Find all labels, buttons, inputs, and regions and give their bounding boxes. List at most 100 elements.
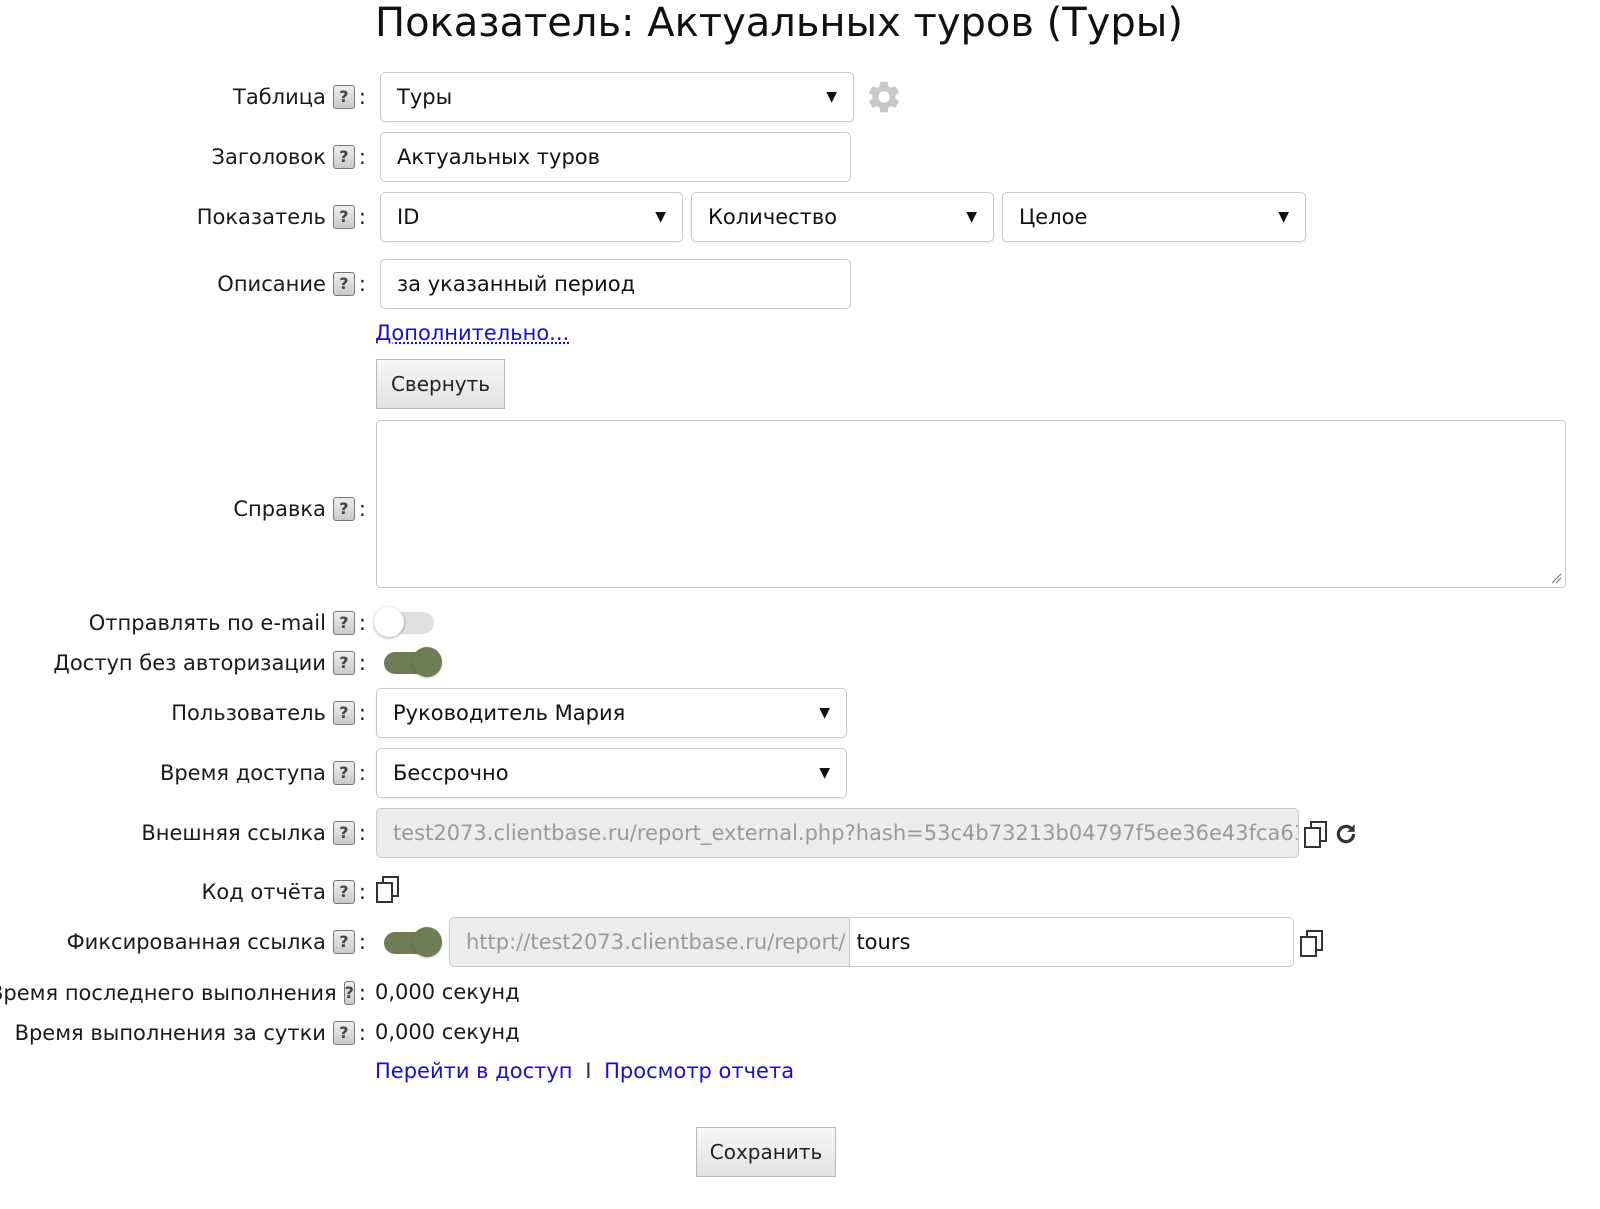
- label-colon: :: [358, 611, 366, 635]
- gear-icon[interactable]: [865, 78, 903, 116]
- copy-icon[interactable]: [1299, 929, 1325, 957]
- toggle-knob: [374, 607, 404, 637]
- refresh-icon[interactable]: [1333, 821, 1359, 847]
- page-title: Показатель: Актуальных туров (Туры): [375, 0, 1183, 46]
- table-select-value: Туры: [397, 85, 453, 109]
- indicator-field-select[interactable]: ID ▼: [380, 192, 683, 242]
- label-colon: :: [358, 497, 366, 521]
- help-textarea[interactable]: [376, 420, 1566, 588]
- row-public-access: Доступ без авторизации ? :: [0, 638, 1600, 688]
- indicator-label: Показатель: [196, 205, 326, 229]
- help-icon[interactable]: ?: [332, 145, 355, 169]
- external-link-value: test2073.clientbase.ru/report_external.p…: [393, 821, 1299, 845]
- help-icon[interactable]: ?: [332, 821, 355, 845]
- collapse-button[interactable]: Свернуть: [376, 359, 505, 409]
- copy-icon[interactable]: [375, 875, 401, 903]
- row-header: Заголовок ? : Актуальных туров: [0, 132, 1600, 182]
- indicator-format-value: Целое: [1019, 205, 1088, 229]
- help-icon[interactable]: ?: [332, 651, 355, 675]
- public-access-toggle[interactable]: [384, 647, 442, 677]
- fixed-link-field[interactable]: http://test2073.clientbase.ru/report/ to…: [449, 917, 1294, 967]
- header-label: Заголовок: [211, 145, 326, 169]
- indicator-aggregate-value: Количество: [708, 205, 838, 229]
- help-icon[interactable]: ?: [332, 611, 355, 635]
- row-external-link: Внешняя ссылка ? : test2073.clientbase.r…: [0, 808, 1600, 858]
- dropdown-arrow-icon: ▼: [826, 89, 837, 105]
- last-exec-value: 0,000 секунд: [375, 980, 520, 1004]
- label-colon: :: [358, 880, 366, 904]
- row-daily-exec: Время выполнения за сутки ? : 0,000 секу…: [0, 1008, 1600, 1058]
- indicator-aggregate-select[interactable]: Количество ▼: [691, 192, 994, 242]
- fixed-link-label: Фиксированная ссылка: [66, 930, 326, 954]
- external-link-label: Внешняя ссылка: [141, 821, 326, 845]
- label-colon: :: [358, 761, 366, 785]
- access-time-select[interactable]: Бессрочно ▼: [376, 748, 847, 798]
- label-colon: :: [358, 930, 366, 954]
- dropdown-arrow-icon: ▼: [1278, 209, 1289, 225]
- table-select[interactable]: Туры ▼: [380, 72, 854, 122]
- header-input-value: Актуальных туров: [397, 145, 601, 169]
- label-colon: :: [358, 272, 366, 296]
- toggle-knob: [412, 927, 442, 957]
- help-icon[interactable]: ?: [332, 761, 355, 785]
- save-button[interactable]: Сохранить: [696, 1127, 836, 1177]
- help-icon[interactable]: ?: [343, 981, 355, 1005]
- user-label: Пользователь: [171, 701, 326, 725]
- fixed-link-slug-input[interactable]: tours: [850, 918, 916, 966]
- footer-links: Перейти в доступ I Просмотр отчета: [375, 1059, 794, 1083]
- help-label: Справка: [233, 497, 326, 521]
- indicator-field-value: ID: [397, 205, 420, 229]
- external-link-input[interactable]: test2073.clientbase.ru/report_external.p…: [376, 808, 1299, 858]
- description-label: Описание: [217, 272, 326, 296]
- daily-exec-value: 0,000 секунд: [375, 1020, 520, 1044]
- help-icon[interactable]: ?: [332, 85, 355, 109]
- description-input[interactable]: за указанный период: [380, 259, 851, 309]
- help-icon[interactable]: ?: [332, 1021, 355, 1045]
- send-email-toggle[interactable]: [374, 607, 434, 637]
- label-colon: :: [358, 651, 366, 675]
- label-colon: :: [358, 701, 366, 725]
- view-report-link[interactable]: Просмотр отчета: [604, 1059, 794, 1083]
- public-access-label: Доступ без авторизации: [53, 651, 326, 675]
- row-description: Описание ? : за указанный период: [0, 259, 1600, 309]
- access-time-select-value: Бессрочно: [393, 761, 509, 785]
- table-label: Таблица: [233, 85, 326, 109]
- row-report-code: Код отчёта ? :: [0, 867, 1600, 917]
- fixed-link-prefix: http://test2073.clientbase.ru/report/: [450, 918, 851, 966]
- last-exec-label: Время последнего выполнения: [0, 981, 337, 1005]
- fixed-link-toggle[interactable]: [384, 927, 442, 957]
- report-code-label: Код отчёта: [201, 880, 326, 904]
- header-input[interactable]: Актуальных туров: [380, 132, 851, 182]
- label-colon: :: [358, 981, 366, 1005]
- copy-icon[interactable]: [1303, 820, 1329, 848]
- go-to-access-link[interactable]: Перейти в доступ: [375, 1059, 573, 1083]
- dropdown-arrow-icon: ▼: [819, 705, 830, 721]
- help-icon[interactable]: ?: [332, 272, 355, 296]
- row-fixed-link: Фиксированная ссылка ? : http://test2073…: [0, 917, 1600, 967]
- label-colon: :: [358, 205, 366, 229]
- more-link[interactable]: Дополнительно...: [375, 321, 569, 345]
- link-separator: I: [585, 1059, 592, 1083]
- toggle-knob: [412, 647, 442, 677]
- daily-exec-label: Время выполнения за сутки: [14, 1021, 326, 1045]
- indicator-format-select[interactable]: Целое ▼: [1002, 192, 1306, 242]
- resize-handle-icon[interactable]: [1550, 572, 1562, 584]
- dropdown-arrow-icon: ▼: [819, 765, 830, 781]
- help-icon[interactable]: ?: [332, 497, 355, 521]
- help-icon[interactable]: ?: [332, 205, 355, 229]
- row-user: Пользователь ? : Руководитель Мария ▼: [0, 688, 1600, 738]
- row-indicator: Показатель ? : ID ▼ Количество ▼ Целое ▼: [0, 192, 1600, 242]
- send-email-label: Отправлять по e-mail: [88, 611, 326, 635]
- label-colon: :: [358, 85, 366, 109]
- dropdown-arrow-icon: ▼: [655, 209, 666, 225]
- row-access-time: Время доступа ? : Бессрочно ▼: [0, 748, 1600, 798]
- help-icon[interactable]: ?: [332, 701, 355, 725]
- row-table: Таблица ? : Туры ▼: [0, 72, 1600, 122]
- label-colon: :: [358, 821, 366, 845]
- help-icon[interactable]: ?: [332, 880, 355, 904]
- help-icon[interactable]: ?: [332, 930, 355, 954]
- description-input-value: за указанный период: [397, 272, 636, 296]
- user-select[interactable]: Руководитель Мария ▼: [376, 688, 847, 738]
- dropdown-arrow-icon: ▼: [966, 209, 977, 225]
- user-select-value: Руководитель Мария: [393, 701, 626, 725]
